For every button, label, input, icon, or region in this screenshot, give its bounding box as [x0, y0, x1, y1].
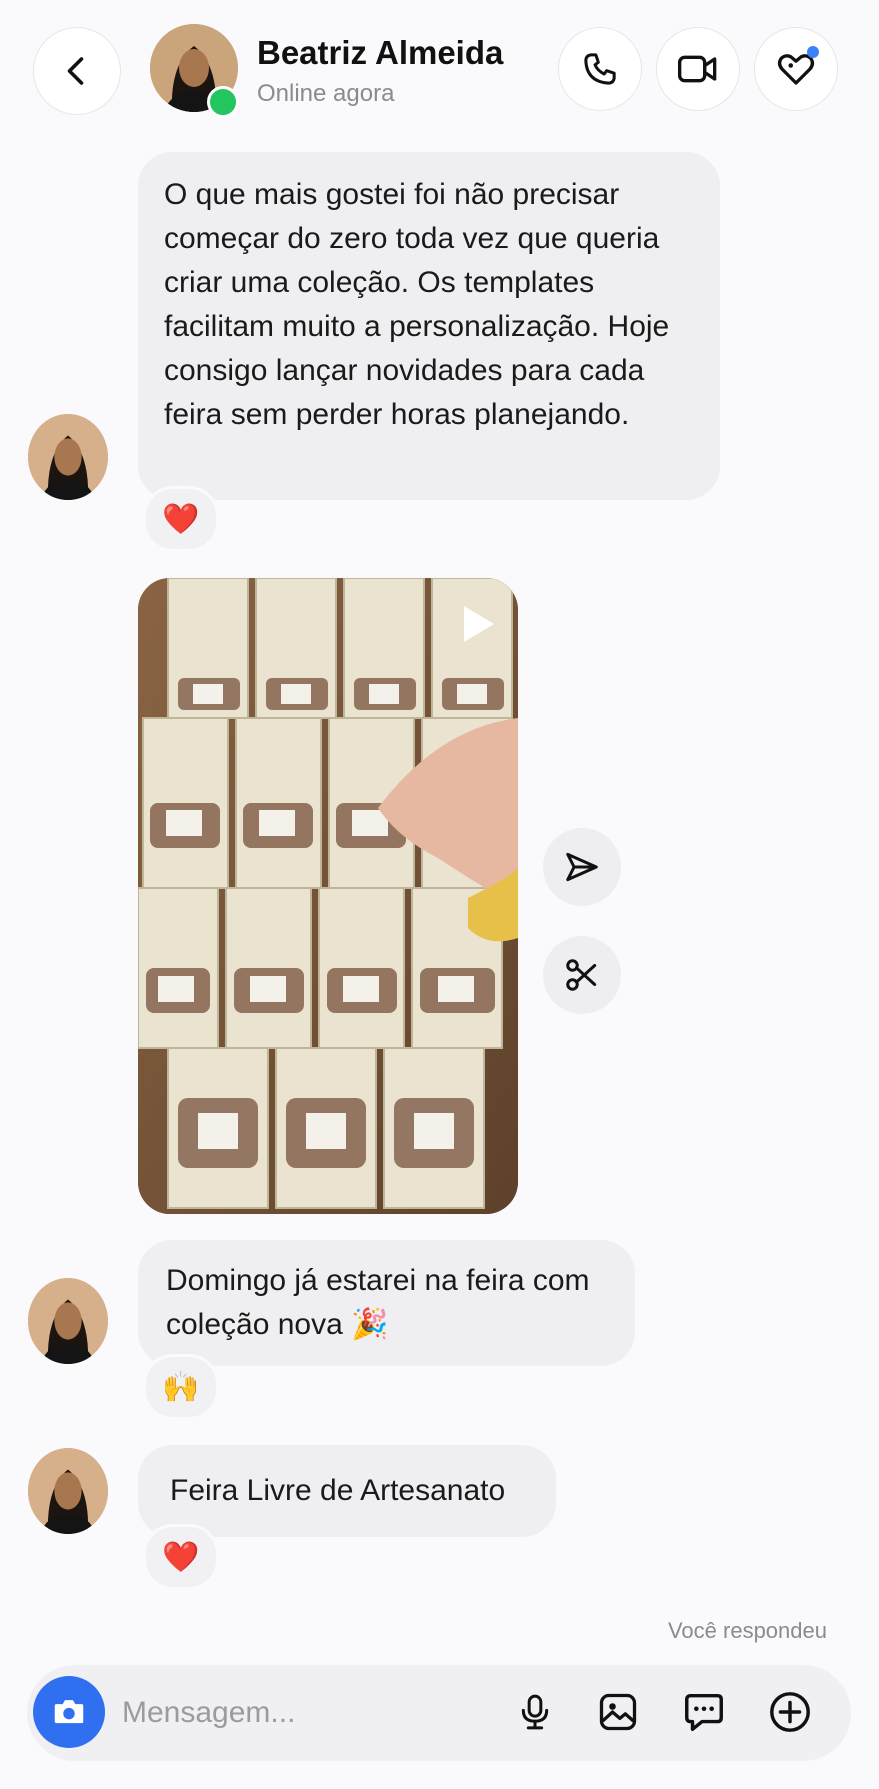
plus-circle-icon — [770, 1692, 810, 1732]
scissors-icon — [566, 959, 597, 991]
voice-message-button[interactable] — [509, 1686, 561, 1738]
video-thumbnail — [138, 578, 518, 1214]
sticker-button[interactable] — [678, 1686, 730, 1738]
send-icon — [566, 852, 598, 882]
message-reaction[interactable]: ❤️ — [143, 1524, 219, 1590]
message-reaction[interactable]: 🙌 — [143, 1354, 219, 1420]
heart-emoji-icon: ❤️ — [162, 502, 200, 536]
message-text: Domingo já estarei na feira com coleção … — [166, 1264, 590, 1341]
call-button[interactable] — [558, 27, 642, 111]
more-options-button[interactable] — [764, 1686, 816, 1738]
heart-emoji-icon: ❤️ — [162, 1540, 200, 1574]
share-video-button[interactable] — [543, 828, 621, 906]
back-chevron-icon — [67, 57, 84, 85]
message-reaction[interactable]: ❤️ — [143, 486, 219, 552]
reply-status-note: Você respondeu — [667, 1618, 827, 1643]
cut-video-button[interactable] — [543, 936, 621, 1014]
message-text: Feira Livre de Artesanato — [170, 1474, 506, 1507]
camera-icon — [54, 1700, 84, 1724]
sender-avatar — [28, 1448, 108, 1534]
sender-avatar — [28, 414, 108, 500]
play-icon[interactable] — [452, 600, 500, 648]
chat-bubble-icon — [685, 1693, 723, 1731]
image-icon — [599, 1693, 637, 1731]
video-camera-icon — [678, 55, 717, 83]
back-button[interactable] — [33, 27, 121, 115]
message-bubble[interactable]: Feira Livre de Artesanato — [138, 1445, 556, 1537]
contact-status: Online agora — [257, 80, 395, 107]
message-bubble[interactable]: O que mais gostei foi não precisar começ… — [138, 152, 720, 500]
video-call-button[interactable] — [656, 27, 740, 111]
microphone-icon — [521, 1694, 549, 1730]
camera-button[interactable] — [33, 1676, 105, 1748]
message-bubble[interactable]: Domingo já estarei na feira com coleção … — [138, 1240, 635, 1366]
phone-icon — [584, 53, 616, 85]
gallery-button[interactable] — [592, 1686, 644, 1738]
video-message[interactable] — [138, 578, 518, 1214]
contact-name[interactable]: Beatriz Almeida — [257, 34, 503, 72]
raised-hands-emoji-icon: 🙌 — [162, 1370, 200, 1404]
sender-avatar — [28, 1278, 108, 1364]
message-input[interactable] — [120, 1686, 494, 1740]
online-indicator — [207, 86, 239, 118]
favorite-button[interactable] — [754, 27, 838, 111]
message-text: O que mais gostei foi não precisar começ… — [164, 178, 670, 431]
notification-dot — [807, 46, 819, 58]
